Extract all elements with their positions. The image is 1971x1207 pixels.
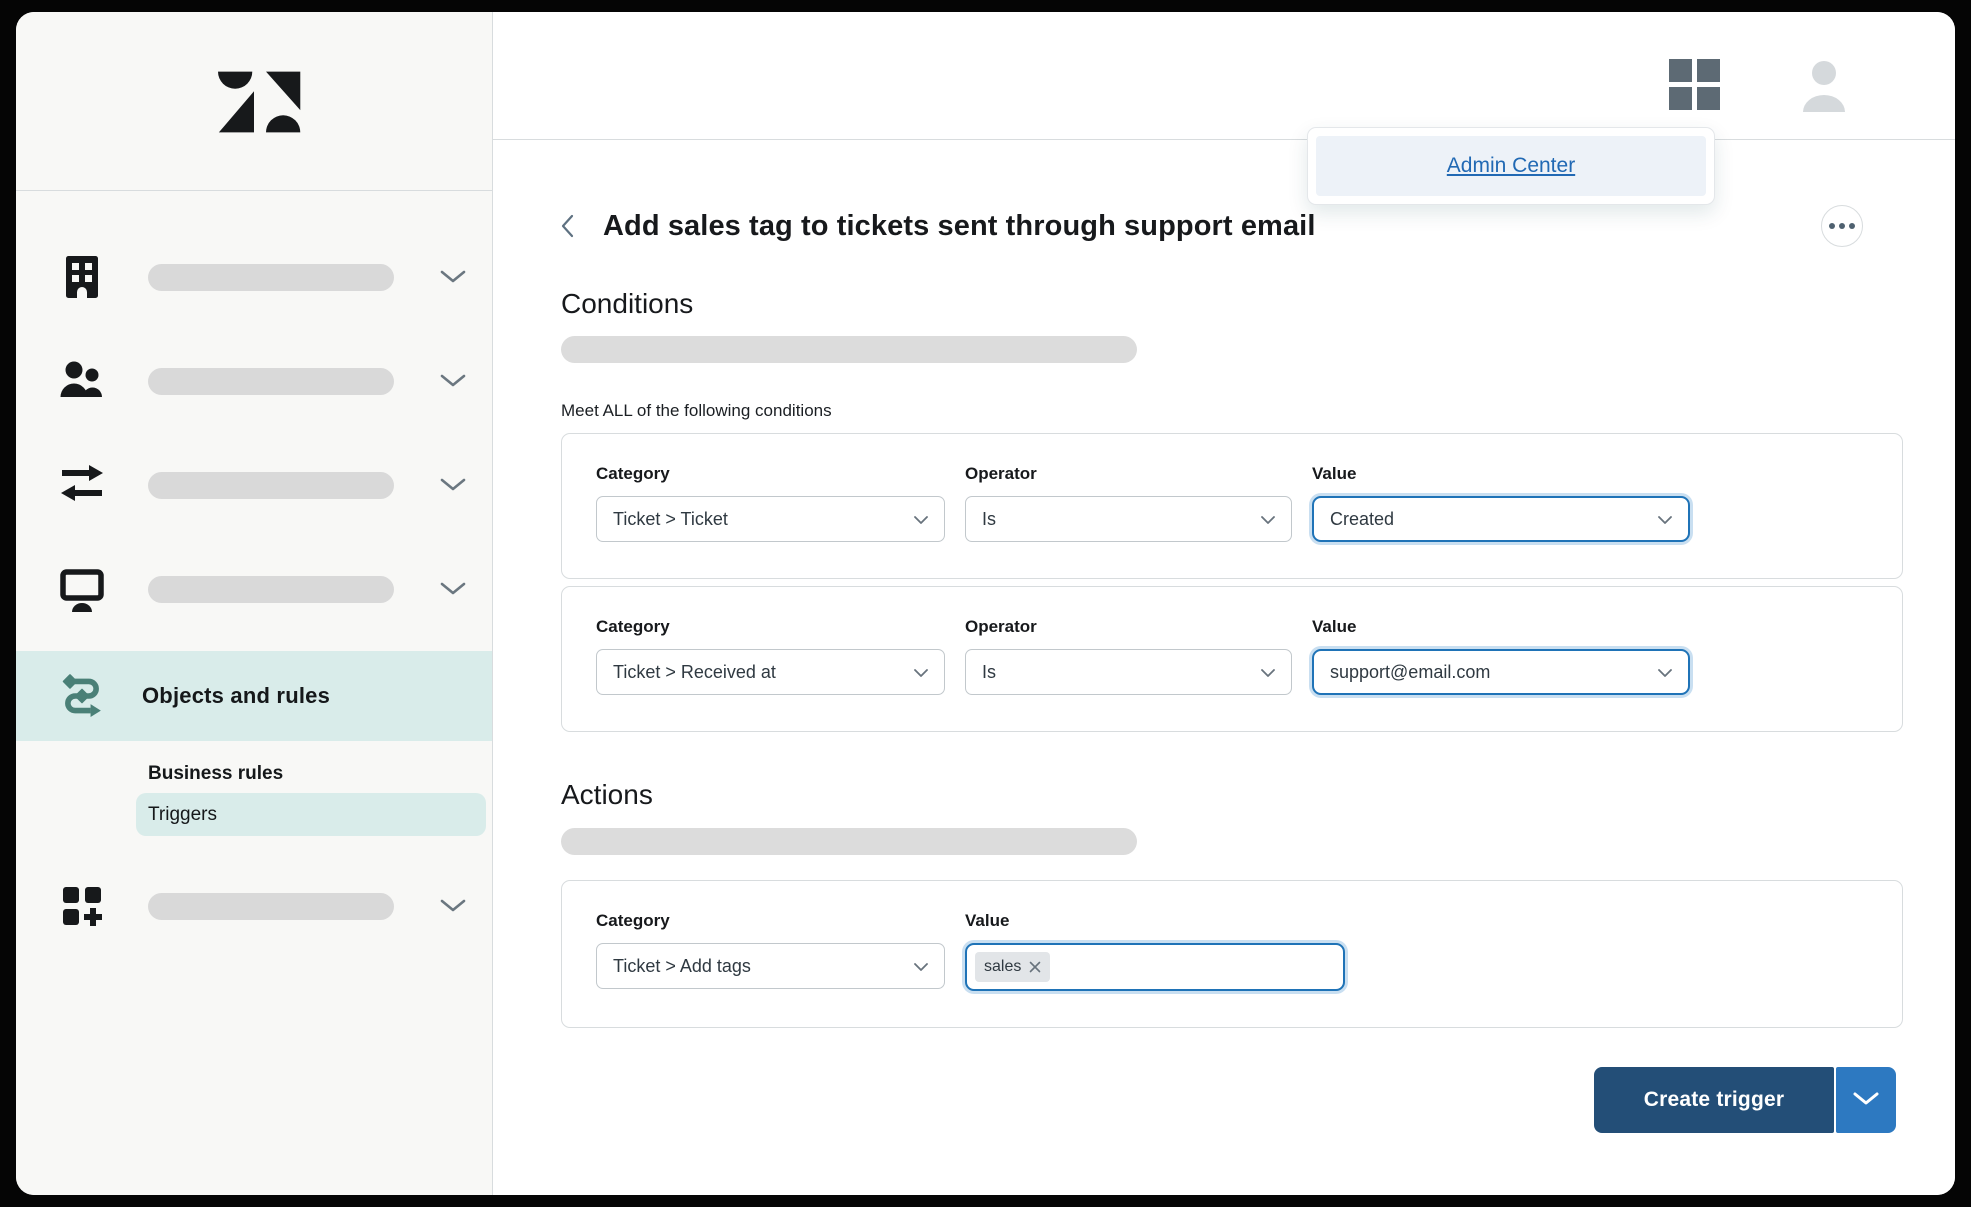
condition-value-select[interactable]: support@email.com	[1312, 649, 1690, 695]
remove-tag-icon[interactable]	[1029, 961, 1041, 973]
chevron-down-icon[interactable]	[440, 582, 466, 596]
sidebar-item-objects-and-rules[interactable]: Objects and rules	[16, 651, 492, 741]
sidebar: Objects and rules Business rules Trigger…	[16, 12, 493, 1195]
skeleton-pill	[148, 368, 394, 395]
objects-rules-flow-icon	[58, 672, 106, 720]
field-label: Operator	[965, 464, 1292, 484]
field-label: Category	[596, 464, 945, 484]
chevron-down-icon[interactable]	[440, 478, 466, 492]
back-chevron-icon[interactable]	[561, 211, 587, 241]
select-value: Ticket > Received at	[613, 662, 776, 683]
admin-center-menu-item[interactable]: Admin Center	[1316, 136, 1706, 196]
select-value: Is	[982, 509, 996, 530]
condition-category-select[interactable]: Ticket > Ticket	[596, 496, 945, 542]
monitor-icon	[58, 565, 106, 613]
condition-operator-select[interactable]: Is	[965, 649, 1292, 695]
main-area: Admin Center Add sales tag to tickets se…	[493, 12, 1955, 1195]
action-value-field: Value sales	[965, 911, 1345, 991]
zendesk-logo-icon	[206, 62, 302, 141]
skeleton-pill	[561, 828, 1137, 855]
field-label: Value	[1312, 464, 1690, 484]
condition-value-field: Value Created	[1312, 464, 1690, 542]
action-category-select[interactable]: Ticket > Add tags	[596, 943, 945, 989]
user-avatar-icon[interactable]	[1799, 60, 1849, 112]
sidebar-item-account[interactable]	[16, 225, 492, 329]
actions-heading: Actions	[561, 779, 1903, 811]
chevron-down-icon	[1658, 662, 1672, 683]
sidebar-item-channels[interactable]	[16, 433, 492, 537]
field-label: Value	[965, 911, 1345, 931]
field-label: Operator	[965, 617, 1292, 637]
select-value: Created	[1330, 509, 1394, 530]
chevron-down-icon[interactable]	[440, 899, 466, 913]
field-label: Value	[1312, 617, 1690, 637]
action-card: Category Ticket > Add tags Value sales	[561, 880, 1903, 1028]
title-row: Add sales tag to tickets sent through su…	[561, 204, 1903, 248]
create-trigger-split-button: Create trigger	[1594, 1067, 1896, 1133]
action-category-field: Category Ticket > Add tags	[596, 911, 945, 991]
transfer-arrows-icon	[58, 461, 106, 509]
field-label: Category	[596, 617, 945, 637]
skeleton-pill	[148, 576, 394, 603]
condition-operator-field: Operator Is	[965, 617, 1292, 695]
chevron-down-icon	[914, 509, 928, 530]
chevron-down-icon	[1853, 1092, 1879, 1109]
admin-center-link[interactable]: Admin Center	[1447, 154, 1575, 178]
page-content: Add sales tag to tickets sent through su…	[493, 140, 1955, 1133]
page-title: Add sales tag to tickets sent through su…	[603, 210, 1315, 243]
condition-operator-select[interactable]: Is	[965, 496, 1292, 542]
skeleton-pill	[148, 472, 394, 499]
sidebar-nav: Objects and rules Business rules Trigger…	[16, 191, 492, 958]
sidebar-item-workspaces[interactable]	[16, 537, 492, 641]
condition-card: Category Ticket > Received at Operator I…	[561, 586, 1903, 732]
sidebar-item-label: Objects and rules	[142, 683, 330, 709]
app-window: Objects and rules Business rules Trigger…	[16, 12, 1955, 1195]
sidebar-subnav-business-rules[interactable]: Business rules	[148, 759, 492, 789]
condition-operator-field: Operator Is	[965, 464, 1292, 542]
sidebar-item-people[interactable]	[16, 329, 492, 433]
chevron-down-icon[interactable]	[440, 270, 466, 284]
app-switcher-popover: Admin Center	[1307, 127, 1715, 205]
select-value: Ticket > Ticket	[613, 509, 728, 530]
tag-chip: sales	[975, 952, 1050, 982]
more-options-button[interactable]	[1821, 205, 1863, 247]
app-switcher-grid-icon[interactable]	[1669, 59, 1720, 110]
sidebar-subnav-triggers[interactable]: Triggers	[136, 793, 486, 836]
tags-input[interactable]: sales	[965, 943, 1345, 991]
sidebar-logo-area	[16, 12, 492, 191]
conditions-heading: Conditions	[561, 288, 1903, 320]
chevron-down-icon[interactable]	[440, 374, 466, 388]
footer-actions: Create trigger	[561, 1067, 1903, 1133]
chevron-down-icon	[914, 956, 928, 977]
condition-category-field: Category Ticket > Ticket	[596, 464, 945, 542]
chevron-down-icon	[914, 662, 928, 683]
skeleton-pill	[148, 264, 394, 291]
sidebar-item-apps[interactable]	[16, 854, 492, 958]
meet-all-text: Meet ALL of the following conditions	[561, 401, 1903, 421]
building-icon	[58, 253, 106, 301]
tag-label: sales	[984, 958, 1021, 976]
condition-value-select[interactable]: Created	[1312, 496, 1690, 542]
chevron-down-icon	[1261, 509, 1275, 530]
condition-value-field: Value support@email.com	[1312, 617, 1690, 695]
condition-card: Category Ticket > Ticket Operator Is	[561, 433, 1903, 579]
condition-category-select[interactable]: Ticket > Received at	[596, 649, 945, 695]
skeleton-pill	[148, 893, 394, 920]
skeleton-pill	[561, 336, 1137, 363]
select-value: Ticket > Add tags	[613, 956, 751, 977]
create-trigger-dropdown-button[interactable]	[1836, 1067, 1896, 1133]
apps-grid-plus-icon	[58, 882, 106, 930]
top-bar	[493, 12, 1955, 140]
select-value: support@email.com	[1330, 662, 1490, 683]
field-label: Category	[596, 911, 945, 931]
people-icon	[58, 357, 106, 405]
condition-category-field: Category Ticket > Received at	[596, 617, 945, 695]
create-trigger-button[interactable]: Create trigger	[1594, 1067, 1834, 1133]
chevron-down-icon	[1261, 662, 1275, 683]
chevron-down-icon	[1658, 509, 1672, 530]
select-value: Is	[982, 662, 996, 683]
